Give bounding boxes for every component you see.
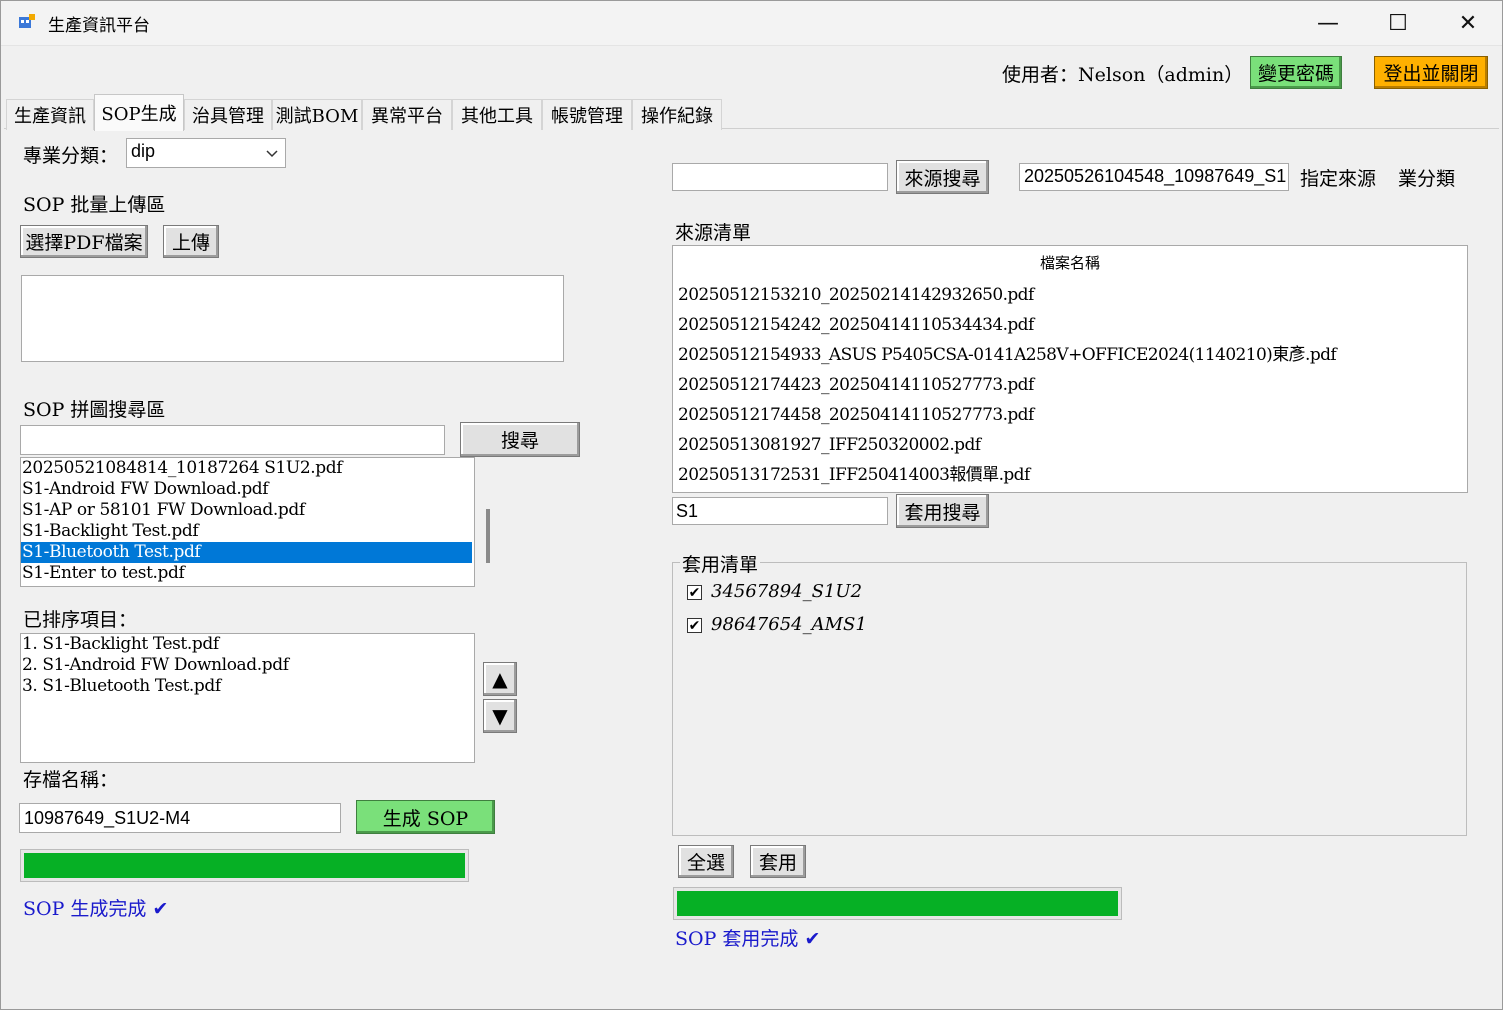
sorted-items-title: 已排序項目：: [23, 609, 138, 631]
source-list-item[interactable]: 20250512174458_20250414110527773.pdf: [673, 400, 1467, 430]
source-list-item[interactable]: 20250513081927_IFF250320002.pdf: [673, 430, 1467, 460]
window-title-bar: [0, 0, 1503, 46]
logout-button[interactable]: 登出並關閉: [1374, 56, 1488, 89]
sorted-list-item[interactable]: 2. S1-Android FW Download.pdf: [21, 655, 474, 676]
sorted-list-item[interactable]: 1. S1-Backlight Test.pdf: [21, 634, 474, 655]
apply-item-label[interactable]: 98647654_AMS1: [711, 614, 867, 635]
close-button[interactable]: ✕: [1433, 0, 1503, 46]
tab-other-tools[interactable]: 其他工具: [452, 99, 542, 130]
list-item-selected[interactable]: S1-Bluetooth Test.pdf: [21, 542, 472, 563]
apply-progress-fill: [677, 891, 1118, 916]
generate-status-text: SOP 生成完成 ✔: [23, 898, 169, 920]
generate-sop-button[interactable]: 生成 SOP: [356, 800, 495, 834]
results-scrollbar-thumb[interactable]: [486, 509, 490, 563]
source-list-title: 來源清單: [675, 222, 752, 244]
tab-fixture-management[interactable]: 治具管理: [184, 99, 272, 130]
arrow-down-icon: ▼: [492, 704, 508, 728]
apply-button[interactable]: 套用: [750, 845, 806, 878]
category-select-value: dip: [131, 141, 156, 161]
save-name-label: 存檔名稱：: [23, 769, 119, 791]
list-item[interactable]: 20250521084814_10187264 S1U2.pdf: [21, 458, 472, 479]
apply-status-text: SOP 套用完成 ✔: [675, 928, 821, 950]
list-item[interactable]: S1-Backlight Test.pdf: [21, 521, 472, 542]
category-label: 專業分類：: [23, 145, 119, 167]
batch-upload-title: SOP 批量上傳區: [23, 194, 166, 216]
minimize-button[interactable]: —: [1293, 0, 1363, 46]
list-item[interactable]: S1-Enter to test.pdf: [21, 563, 472, 584]
change-password-button[interactable]: 變更密碼: [1250, 56, 1342, 89]
source-list[interactable]: 檔案名稱 20250512153210_20250214142932650.pd…: [672, 245, 1468, 493]
puzzle-search-title: SOP 拼圖搜尋區: [23, 399, 166, 421]
chevron-down-icon: [265, 145, 279, 159]
category-short-label: 業分類: [1398, 168, 1456, 190]
source-search-button[interactable]: 來源搜尋: [896, 160, 989, 194]
source-selected-value: 20250526104548_10987649_S1: [1024, 166, 1287, 186]
upload-file-area[interactable]: [21, 275, 564, 362]
sorted-items-list[interactable]: 1. S1-Backlight Test.pdf 2. S1-Android F…: [20, 633, 475, 763]
source-list-item[interactable]: 20250512154933_ASUS P5405CSA-0141A258V+O…: [673, 340, 1467, 370]
sorted-list-item[interactable]: 3. S1-Bluetooth Test.pdf: [21, 676, 474, 697]
source-list-item[interactable]: 20250512154242_20250414110534434.pdf: [673, 310, 1467, 340]
arrow-up-icon: ▲: [492, 667, 508, 691]
move-up-button[interactable]: ▲: [483, 662, 517, 696]
list-item[interactable]: S1-Android FW Download.pdf: [21, 479, 472, 500]
move-down-button[interactable]: ▼: [483, 699, 517, 733]
check-icon: ✔: [688, 617, 701, 634]
select-pdf-button[interactable]: 選擇PDF檔案: [20, 225, 148, 258]
apply-search-input[interactable]: [672, 497, 888, 525]
apply-search-button[interactable]: 套用搜尋: [896, 494, 989, 528]
apply-item-checkbox[interactable]: ✔: [687, 585, 702, 600]
maximize-button[interactable]: ☐: [1363, 0, 1433, 46]
category-select[interactable]: dip: [126, 138, 286, 168]
user-label: 使用者：Nelson（admin）: [1002, 64, 1244, 86]
check-icon: ✔: [688, 584, 701, 601]
puzzle-search-input[interactable]: [20, 425, 445, 455]
save-name-input[interactable]: [19, 803, 341, 833]
window-title: 生產資訊平台: [48, 16, 150, 36]
select-all-button[interactable]: 全選: [678, 845, 734, 878]
upload-button[interactable]: 上傳: [163, 225, 219, 258]
source-search-input[interactable]: [672, 163, 888, 191]
tab-test-bom[interactable]: 測試BOM: [272, 99, 362, 130]
tab-account-management[interactable]: 帳號管理: [542, 99, 632, 130]
tab-exception-platform[interactable]: 異常平台: [362, 99, 452, 130]
tab-operation-log[interactable]: 操作紀錄: [632, 99, 722, 130]
search-results-list[interactable]: 20250521084814_10187264 S1U2.pdf S1-Andr…: [20, 457, 475, 587]
source-list-item[interactable]: 20250513172531_IFF250414003報價單.pdf: [673, 460, 1467, 490]
source-selected-field[interactable]: 20250526104548_10987649_S1: [1019, 163, 1289, 191]
tab-sop-generate[interactable]: SOP生成: [94, 94, 184, 131]
source-list-header[interactable]: 檔案名稱: [673, 246, 1467, 280]
app-icon: [18, 13, 36, 31]
assign-source-label: 指定來源: [1300, 168, 1377, 190]
apply-progress-bar: [673, 887, 1122, 920]
source-list-item[interactable]: 20250512153210_20250214142932650.pdf: [673, 280, 1467, 310]
apply-item-label[interactable]: 34567894_S1U2: [711, 581, 862, 602]
source-list-item[interactable]: 20250512174423_20250414110527773.pdf: [673, 370, 1467, 400]
list-item[interactable]: S1-AP or 58101 FW Download.pdf: [21, 500, 472, 521]
generate-progress-bar: [20, 849, 469, 882]
tab-production-info[interactable]: 生產資訊: [6, 99, 94, 130]
apply-list-group: [672, 562, 1467, 836]
apply-list-title: 套用清單: [680, 550, 761, 577]
generate-progress-fill: [24, 853, 465, 878]
apply-item-checkbox[interactable]: ✔: [687, 618, 702, 633]
puzzle-search-button[interactable]: 搜尋: [460, 422, 580, 457]
